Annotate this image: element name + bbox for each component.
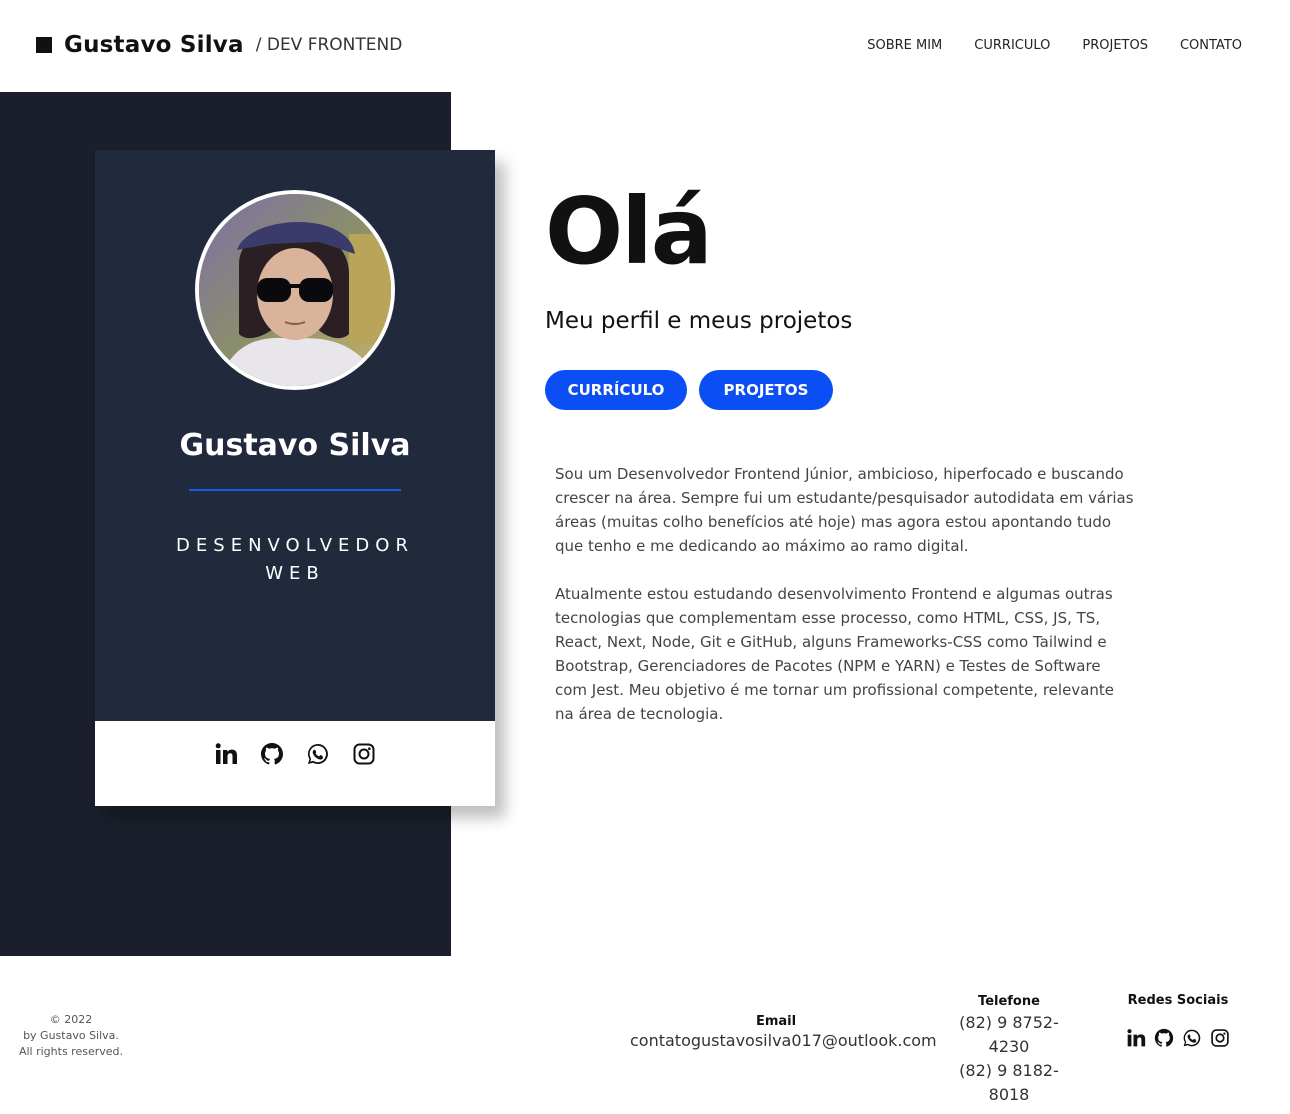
logo[interactable]: Gustavo Silva / DEV FRONTEND bbox=[36, 32, 402, 58]
nav-sobre-mim[interactable]: SOBRE MIM bbox=[867, 38, 942, 53]
footer-phone: Telefone (82) 9 8752-4230 (82) 9 8182-80… bbox=[940, 994, 1078, 1107]
email-link[interactable]: contatogustavosilva017@outlook.com bbox=[630, 1031, 937, 1050]
projetos-button[interactable]: PROJETOS bbox=[699, 370, 833, 410]
card-role-line2: WEB bbox=[265, 563, 325, 584]
copyright: © 2022 by Gustavo Silva. All rights rese… bbox=[10, 1012, 132, 1060]
nav-projetos[interactable]: PROJETOS bbox=[1082, 38, 1148, 53]
copyright-author: by Gustavo Silva. bbox=[23, 1029, 119, 1042]
email-label: Email bbox=[755, 1014, 797, 1029]
linkedin-icon[interactable] bbox=[214, 742, 238, 766]
whatsapp-icon[interactable] bbox=[1182, 1028, 1202, 1048]
logo-square-icon bbox=[36, 37, 52, 53]
card-social-bar bbox=[95, 721, 495, 806]
footer-social-icons bbox=[1118, 1028, 1238, 1048]
instagram-icon[interactable] bbox=[1210, 1028, 1230, 1048]
phone-1[interactable]: (82) 9 8752-4230 bbox=[940, 1011, 1078, 1059]
phone-label: Telefone bbox=[978, 994, 1040, 1009]
social-label: Redes Sociais bbox=[1127, 993, 1229, 1008]
profile-card-top: Gustavo Silva DESENVOLVEDOR WEB bbox=[95, 150, 495, 721]
footer-social: Redes Sociais bbox=[1118, 993, 1238, 1048]
hero-subtitle: Meu perfil e meus projetos bbox=[545, 308, 853, 334]
github-icon[interactable] bbox=[1154, 1028, 1174, 1048]
card-name: Gustavo Silva bbox=[179, 428, 411, 463]
main-nav: SOBRE MIM CURRICULO PROJETOS CONTATO bbox=[867, 38, 1242, 53]
hero-title: Olá bbox=[545, 178, 713, 285]
about-text: Sou um Desenvolvedor Frontend Júnior, am… bbox=[555, 462, 1135, 726]
about-paragraph-1: Sou um Desenvolvedor Frontend Júnior, am… bbox=[555, 465, 1134, 555]
card-role-line1: DESENVOLVEDOR bbox=[176, 535, 414, 556]
profile-card: Gustavo Silva DESENVOLVEDOR WEB bbox=[95, 150, 495, 806]
card-role: DESENVOLVEDOR WEB bbox=[95, 532, 495, 588]
curriculo-button[interactable]: CURRÍCULO bbox=[545, 370, 687, 410]
linkedin-icon[interactable] bbox=[1126, 1028, 1146, 1048]
logo-subtitle: / DEV FRONTEND bbox=[255, 35, 403, 55]
instagram-icon[interactable] bbox=[352, 742, 376, 766]
about-paragraph-2: Atualmente estou estudando desenvolvimen… bbox=[555, 585, 1114, 723]
nav-contato[interactable]: CONTATO bbox=[1180, 38, 1242, 53]
card-divider bbox=[189, 489, 401, 491]
copyright-year: © 2022 bbox=[49, 1013, 93, 1026]
phone-2[interactable]: (82) 9 8182-8018 bbox=[940, 1059, 1078, 1107]
nav-curriculo[interactable]: CURRICULO bbox=[974, 38, 1050, 53]
whatsapp-icon[interactable] bbox=[306, 742, 330, 766]
copyright-rights: All rights reserved. bbox=[18, 1045, 124, 1058]
github-icon[interactable] bbox=[260, 742, 284, 766]
site-header: Gustavo Silva / DEV FRONTEND SOBRE MIM C… bbox=[0, 0, 1290, 92]
avatar bbox=[195, 190, 395, 390]
logo-name: Gustavo Silva bbox=[64, 32, 244, 58]
footer-email: Email contatogustavosilva017@outlook.com bbox=[630, 1014, 937, 1050]
